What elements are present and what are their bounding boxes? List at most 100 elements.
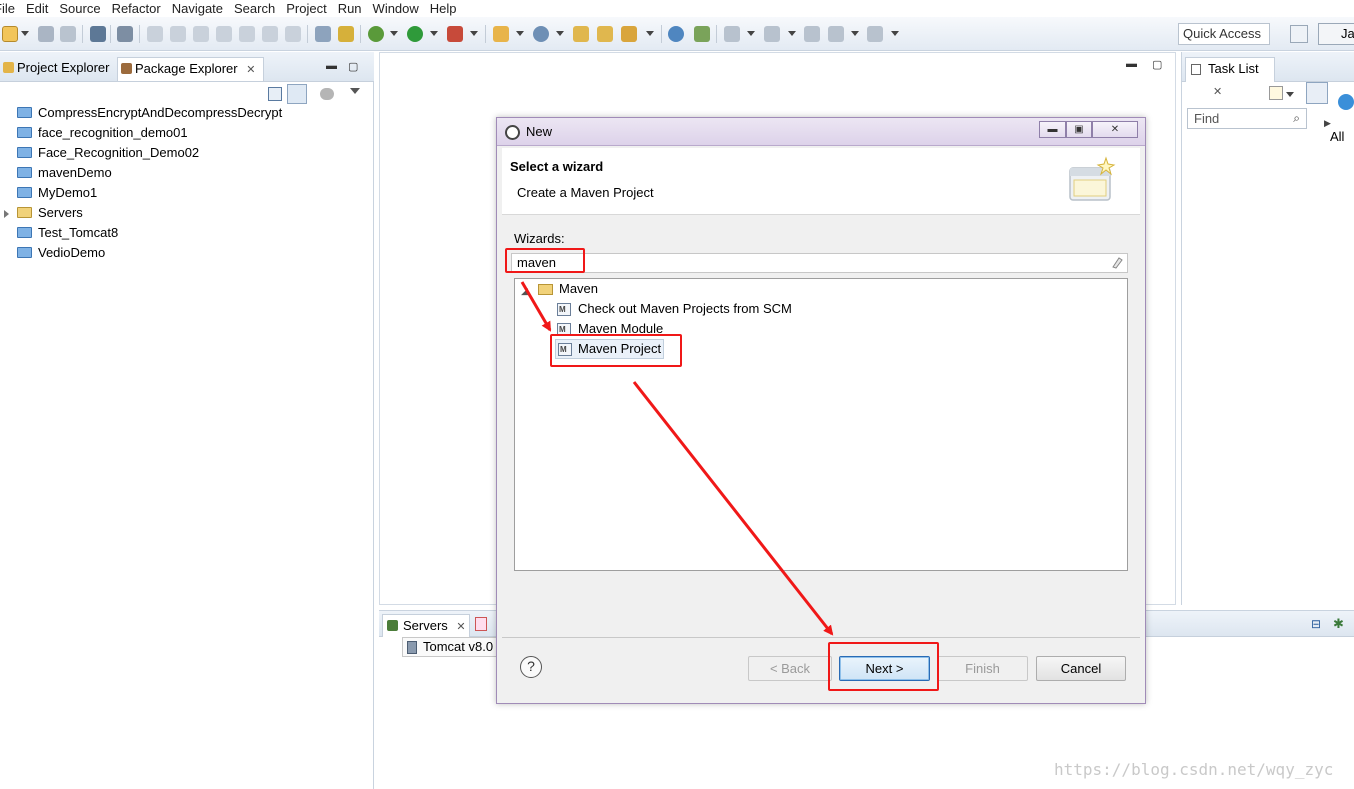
connect-icon[interactable] — [1338, 94, 1354, 110]
menu-file[interactable]: File — [0, 0, 15, 17]
external-tools-icon[interactable] — [447, 26, 463, 42]
finish-button[interactable]: Finish — [937, 656, 1028, 681]
maximize-icon[interactable]: ▢ — [348, 60, 358, 73]
tree-category-maven[interactable]: Maven — [538, 279, 598, 299]
step-into-icon[interactable] — [239, 26, 255, 42]
tree-item-project[interactable]: mavenDemo — [17, 163, 112, 183]
cancel-button[interactable]: Cancel — [1036, 656, 1126, 681]
tree-item-project[interactable]: VedioDemo — [17, 243, 105, 263]
new-class-icon[interactable] — [533, 26, 549, 42]
bottom-minimize-icon[interactable]: ⊟ — [1311, 617, 1321, 631]
tree-item-project[interactable]: MyDemo1 — [17, 183, 97, 203]
new-task-icon[interactable] — [1269, 86, 1283, 100]
quick-access-input[interactable]: Quick Access — [1178, 23, 1270, 45]
view-menu-icon[interactable] — [350, 88, 360, 110]
tree-item-project[interactable]: Face_Recognition_Demo02 — [17, 143, 199, 163]
tab-task-list[interactable]: Task List ✕ — [1185, 57, 1275, 98]
wizard-filter-input[interactable]: maven — [511, 253, 1128, 273]
step-over-icon[interactable] — [262, 26, 278, 42]
minimize-icon[interactable]: ▬ — [326, 60, 337, 72]
save-all-icon[interactable] — [60, 26, 76, 42]
disconnect-icon[interactable] — [216, 26, 232, 42]
prev-annotation-dropdown-icon[interactable] — [788, 31, 796, 36]
close-icon[interactable]: ✕ — [1213, 86, 1222, 98]
prev-annotation-icon[interactable] — [764, 26, 780, 42]
tree-item-project[interactable]: face_recognition_demo01 — [17, 123, 188, 143]
next-annotation-dropdown-icon[interactable] — [747, 31, 755, 36]
last-edit-icon[interactable] — [804, 26, 820, 42]
next-annotation-icon[interactable] — [724, 26, 740, 42]
toggle-breadcrumb-icon[interactable] — [338, 26, 354, 42]
task-find-input[interactable]: Find ⌕ — [1187, 108, 1307, 129]
save-icon[interactable] — [38, 26, 54, 42]
tab-package-explorer[interactable]: Package Explorer ✕ — [117, 57, 264, 81]
new-icon[interactable] — [2, 26, 18, 42]
step-return-icon[interactable] — [285, 26, 301, 42]
dialog-close-button[interactable]: ✕ — [1092, 121, 1138, 138]
menu-source[interactable]: Source — [59, 0, 100, 17]
search-tool-icon[interactable] — [621, 26, 637, 42]
menu-search[interactable]: Search — [234, 0, 275, 17]
new-java-project-dropdown-icon[interactable] — [516, 31, 524, 36]
all-filter[interactable]: ▶ All — [1324, 114, 1354, 144]
suspend-icon[interactable] — [170, 26, 186, 42]
tree-item-project[interactable]: Test_Tomcat8 — [17, 223, 118, 243]
back-dropdown-icon[interactable] — [851, 31, 859, 36]
dialog-minimize-button[interactable]: ▬ — [1039, 121, 1066, 138]
open-perspective-button[interactable] — [1290, 25, 1308, 43]
java-perspective-button[interactable]: Ja — [1318, 23, 1354, 45]
editor-maximize-icon[interactable]: ▢ — [1152, 58, 1162, 71]
terminate-icon[interactable] — [193, 26, 209, 42]
new-task-dropdown-icon[interactable] — [1286, 92, 1294, 97]
menu-help[interactable]: Help — [430, 0, 457, 17]
tree-item-checkout-scm[interactable]: M Check out Maven Projects from SCM — [557, 299, 792, 319]
menu-project[interactable]: Project — [286, 0, 326, 17]
debug-icon[interactable] — [368, 26, 384, 42]
categorized-icon[interactable] — [1306, 82, 1328, 104]
help-button[interactable]: ? — [520, 656, 542, 678]
start-server-icon[interactable]: ✱ — [1333, 616, 1344, 632]
tree-item-maven-project[interactable]: M Maven Project — [555, 339, 664, 359]
back-button[interactable]: < Back — [748, 656, 832, 681]
use-step-filters-icon[interactable] — [315, 26, 331, 42]
clear-filter-icon[interactable] — [1111, 256, 1123, 269]
collapse-arrow-icon[interactable]: ◢ — [521, 286, 528, 297]
focus-icon[interactable] — [320, 84, 334, 106]
resume-icon[interactable] — [147, 26, 163, 42]
open-task-icon[interactable] — [597, 26, 613, 42]
markers-tab-icon[interactable] — [475, 617, 487, 631]
external-tools-dropdown-icon[interactable] — [470, 31, 478, 36]
tree-item-project[interactable]: CompressEncryptAndDecompressDecrypt — [17, 103, 282, 123]
expand-servers-icon[interactable] — [4, 210, 9, 218]
skip-breakpoints-icon[interactable] — [117, 26, 133, 42]
close-icon[interactable]: ✕ — [246, 64, 255, 76]
close-icon[interactable]: ✕ — [456, 621, 465, 633]
tree-item-maven-module[interactable]: M Maven Module — [557, 319, 663, 339]
run-dropdown-icon[interactable] — [430, 31, 438, 36]
web-browser-icon[interactable] — [694, 26, 710, 42]
tab-project-explorer[interactable]: Project Explorer — [0, 57, 114, 81]
tree-item-servers[interactable]: Servers — [17, 203, 83, 223]
menu-window[interactable]: Window — [373, 0, 419, 17]
menu-run[interactable]: Run — [338, 0, 362, 17]
forward-icon[interactable] — [867, 26, 883, 42]
dialog-maximize-button[interactable]: ▣ — [1066, 121, 1092, 138]
menu-refactor[interactable]: Refactor — [112, 0, 161, 17]
open-type-icon[interactable] — [573, 26, 589, 42]
new-class-dropdown-icon[interactable] — [556, 31, 564, 36]
menu-edit[interactable]: Edit — [26, 0, 48, 17]
editor-minimize-icon[interactable]: ▬ — [1126, 58, 1137, 70]
forward-dropdown-icon[interactable] — [891, 31, 899, 36]
new-java-project-icon[interactable] — [493, 26, 509, 42]
console-icon[interactable] — [90, 26, 106, 42]
next-button[interactable]: Next > — [839, 656, 930, 681]
debug-dropdown-icon[interactable] — [390, 31, 398, 36]
new-dropdown-icon[interactable] — [21, 31, 29, 36]
back-icon[interactable] — [828, 26, 844, 42]
menu-navigate[interactable]: Navigate — [172, 0, 223, 17]
link-with-editor-icon[interactable] — [287, 84, 307, 106]
run-icon[interactable] — [407, 26, 423, 42]
tab-servers[interactable]: Servers ✕ — [382, 614, 470, 637]
globe-icon[interactable] — [668, 26, 684, 42]
search-dropdown-icon[interactable] — [646, 31, 654, 36]
